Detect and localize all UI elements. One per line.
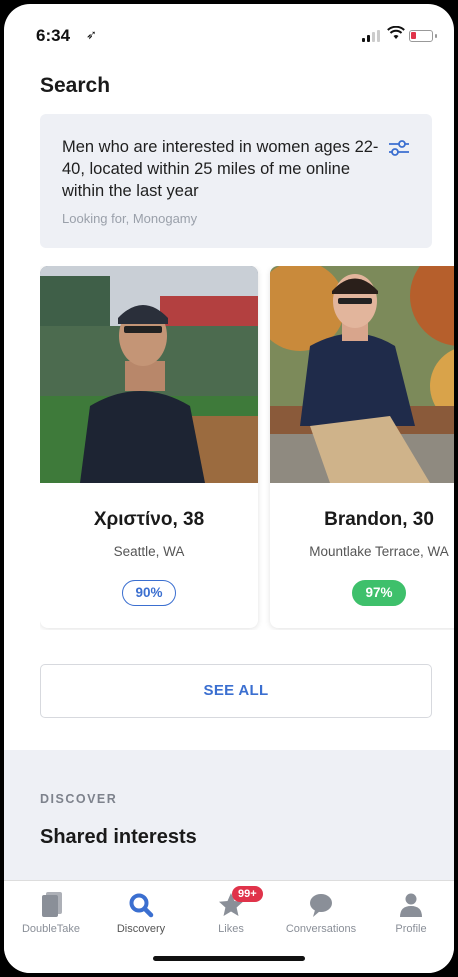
tab-label: DoubleTake: [21, 923, 81, 935]
search-icon: [96, 891, 186, 919]
profile-card[interactable]: Brandon, 30 Mountlake Terrace, WA 97%: [270, 266, 454, 628]
location-arrow-icon: ➶: [86, 27, 97, 42]
profile-location: Seattle, WA: [113, 544, 185, 559]
profile-photo: [40, 266, 258, 483]
profile-card[interactable]: Χριστίνο, 38 Seattle, WA 90%: [40, 266, 258, 628]
tab-conversations[interactable]: Conversations: [276, 891, 366, 935]
match-percentage-badge: 97%: [352, 580, 406, 606]
profile-name: Brandon, 30: [324, 509, 434, 530]
see-all-button[interactable]: SEE ALL: [40, 664, 432, 718]
person-icon: [366, 891, 454, 919]
search-filter-card[interactable]: Men who are interested in women ages 22-…: [40, 114, 432, 248]
status-bar: 6:34 ➶: [4, 4, 454, 62]
tab-doubletake[interactable]: DoubleTake: [6, 891, 96, 935]
tab-profile[interactable]: Profile: [366, 891, 454, 935]
home-indicator[interactable]: [153, 956, 305, 961]
profile-location: Mountlake Terrace, WA: [309, 544, 449, 559]
tab-label: Profile: [395, 923, 427, 935]
discover-section: DISCOVER Shared interests: [4, 750, 454, 880]
discover-label: DISCOVER: [40, 792, 118, 806]
filter-sliders-icon[interactable]: [386, 138, 412, 158]
tab-discovery[interactable]: Discovery: [96, 891, 186, 935]
shared-interests-title: Shared interests: [40, 826, 197, 848]
tab-likes[interactable]: 99+ Likes: [186, 886, 276, 935]
cards-icon: [6, 891, 96, 919]
phone-screen: 6:34 ➶ Search Men who are interested in …: [4, 4, 454, 973]
match-percentage-badge: 90%: [122, 580, 176, 606]
signal-icon: [362, 30, 380, 42]
profile-name: Χριστίνο, 38: [93, 509, 205, 530]
tab-label: Discovery: [116, 923, 166, 935]
status-time: 6:34: [36, 26, 71, 45]
filter-subtext: Looking for, Monogamy: [62, 211, 198, 226]
likes-count-badge: 99+: [232, 886, 263, 902]
wifi-icon: [387, 25, 405, 44]
profile-carousel[interactable]: Χριστίνο, 38 Seattle, WA 90% Brandon, 30…: [40, 266, 454, 630]
star-icon: 99+: [186, 886, 276, 919]
tab-label: Conversations: [285, 923, 357, 935]
page-title: Search: [40, 74, 111, 97]
tab-label: Likes: [218, 923, 244, 935]
chat-bubble-icon: [276, 891, 366, 919]
profile-photo: [270, 266, 454, 483]
battery-icon: [409, 30, 437, 42]
filter-description: Men who are interested in women ages 22-…: [62, 138, 379, 200]
